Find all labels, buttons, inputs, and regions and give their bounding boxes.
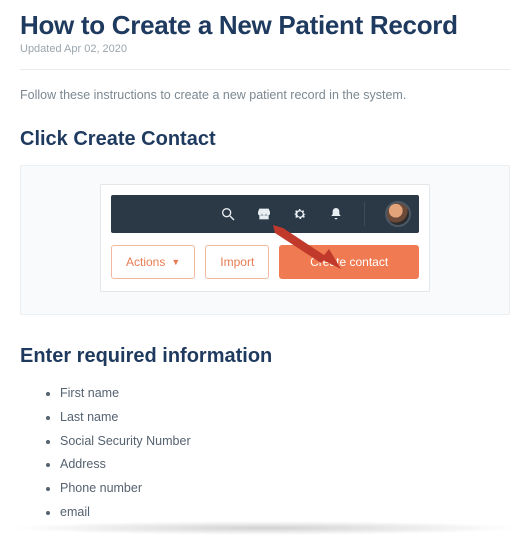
updated-timestamp: Updated Apr 02, 2020 — [20, 43, 510, 55]
screenshot-card: Actions ▼ Import Create contact — [20, 165, 510, 315]
actions-button-label: Actions — [126, 255, 165, 269]
app-navbar — [111, 195, 419, 233]
divider — [20, 69, 510, 70]
intro-text: Follow these instructions to create a ne… — [20, 88, 510, 102]
search-icon[interactable] — [220, 206, 236, 222]
button-row: Actions ▼ Import Create contact — [111, 245, 419, 279]
actions-button[interactable]: Actions ▼ — [111, 245, 195, 279]
section-heading-click-create: Click Create Contact — [20, 128, 510, 151]
avatar[interactable] — [385, 201, 411, 227]
list-item: Social Security Number — [60, 430, 510, 454]
bell-icon[interactable] — [328, 206, 344, 222]
required-fields-list: First name Last name Social Security Num… — [20, 382, 510, 525]
list-item: First name — [60, 382, 510, 406]
page-title: How to Create a New Patient Record — [20, 10, 510, 41]
create-contact-button-label: Create contact — [310, 255, 388, 269]
list-item: Phone number — [60, 477, 510, 501]
screenshot-inner: Actions ▼ Import Create contact — [100, 184, 430, 292]
list-item: email — [60, 501, 510, 525]
chevron-down-icon: ▼ — [171, 257, 180, 267]
import-button-label: Import — [220, 255, 254, 269]
list-item: Address — [60, 453, 510, 477]
section-heading-required-info: Enter required information — [20, 345, 510, 368]
marketplace-icon[interactable] — [256, 206, 272, 222]
nav-divider — [364, 202, 365, 226]
import-button[interactable]: Import — [205, 245, 269, 279]
gear-icon[interactable] — [292, 206, 308, 222]
create-contact-button[interactable]: Create contact — [279, 245, 419, 279]
list-item: Last name — [60, 406, 510, 430]
